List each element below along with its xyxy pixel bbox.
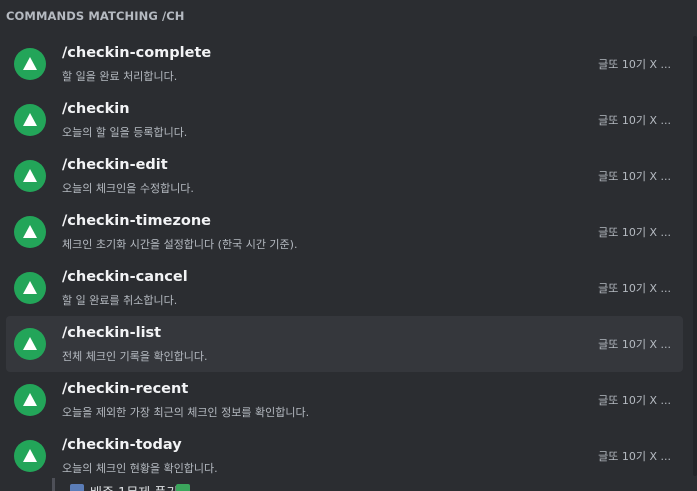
command-source: 글또 10기 X ... bbox=[598, 114, 671, 127]
command-name: /checkin-recent bbox=[62, 381, 189, 397]
underlying-chat-message: 배준 1문제 풀기 bbox=[52, 478, 252, 491]
scrollbar-track[interactable] bbox=[693, 36, 697, 476]
bot-avatar bbox=[14, 272, 46, 304]
command-autocomplete-panel: COMMANDS MATCHING /CH /checkin-complete … bbox=[0, 0, 697, 491]
command-row-checkin-list[interactable]: /checkin-list 전체 체크인 기록을 확인합니다. 글또 10기 X… bbox=[6, 316, 683, 372]
command-description: 오늘을 제외한 가장 최근의 체크인 정보를 확인합니다. bbox=[62, 406, 310, 419]
bot-avatar bbox=[14, 160, 46, 192]
green-triangle-icon bbox=[23, 281, 37, 294]
command-description: 체크인 초기화 시간을 설정합니다 (한국 시간 기준). bbox=[62, 238, 298, 251]
green-triangle-icon bbox=[23, 225, 37, 238]
command-name: /checkin-today bbox=[62, 437, 182, 453]
command-row-checkin-timezone[interactable]: /checkin-timezone 체크인 초기화 시간을 설정합니다 (한국 … bbox=[6, 204, 683, 260]
green-triangle-icon bbox=[23, 169, 37, 182]
check-mark-icon bbox=[176, 484, 190, 491]
bot-avatar bbox=[14, 328, 46, 360]
command-source: 글또 10기 X ... bbox=[598, 226, 671, 239]
command-source: 글또 10기 X ... bbox=[598, 394, 671, 407]
command-source: 글또 10기 X ... bbox=[598, 58, 671, 71]
command-name: /checkin-cancel bbox=[62, 269, 188, 285]
green-triangle-icon bbox=[23, 337, 37, 350]
command-description: 할 일을 완료 처리합니다. bbox=[62, 70, 178, 83]
command-list: /checkin-complete 할 일을 완료 처리합니다. 글또 10기 … bbox=[6, 36, 683, 484]
command-description: 전체 체크인 기록을 확인합니다. bbox=[62, 350, 208, 363]
command-source: 글또 10기 X ... bbox=[598, 338, 671, 351]
command-source: 글또 10기 X ... bbox=[598, 450, 671, 463]
command-description: 오늘의 체크인을 수정합니다. bbox=[62, 182, 194, 195]
bot-avatar bbox=[14, 440, 46, 472]
bot-avatar bbox=[14, 48, 46, 80]
command-name: /checkin-complete bbox=[62, 45, 212, 61]
bot-avatar bbox=[14, 384, 46, 416]
number-emoji-icon bbox=[70, 484, 84, 491]
green-triangle-icon bbox=[23, 449, 37, 462]
command-source: 글또 10기 X ... bbox=[598, 282, 671, 295]
command-description: 할 일 완료를 취소합니다. bbox=[62, 294, 178, 307]
bot-avatar bbox=[14, 216, 46, 248]
command-name: /checkin-timezone bbox=[62, 213, 212, 229]
quote-bar bbox=[52, 478, 55, 491]
command-row-checkin-complete[interactable]: /checkin-complete 할 일을 완료 처리합니다. 글또 10기 … bbox=[6, 36, 683, 92]
green-triangle-icon bbox=[23, 113, 37, 126]
command-row-checkin-recent[interactable]: /checkin-recent 오늘을 제외한 가장 최근의 체크인 정보를 확… bbox=[6, 372, 683, 428]
command-description: 오늘의 체크인 현황을 확인합니다. bbox=[62, 462, 218, 475]
autocomplete-header: COMMANDS MATCHING /CH bbox=[6, 9, 185, 23]
green-triangle-icon bbox=[23, 393, 37, 406]
command-source: 글또 10기 X ... bbox=[598, 170, 671, 183]
message-text: 배준 1문제 풀기 bbox=[90, 482, 178, 491]
bot-avatar bbox=[14, 104, 46, 136]
command-name: /checkin-list bbox=[62, 325, 162, 341]
command-row-checkin-edit[interactable]: /checkin-edit 오늘의 체크인을 수정합니다. 글또 10기 X .… bbox=[6, 148, 683, 204]
command-row-checkin-cancel[interactable]: /checkin-cancel 할 일 완료를 취소합니다. 글또 10기 X … bbox=[6, 260, 683, 316]
green-triangle-icon bbox=[23, 57, 37, 70]
command-row-checkin-today[interactable]: /checkin-today 오늘의 체크인 현황을 확인합니다. 글또 10기… bbox=[6, 428, 683, 484]
command-row-checkin[interactable]: /checkin 오늘의 할 일을 등록합니다. 글또 10기 X ... bbox=[6, 92, 683, 148]
command-name: /checkin bbox=[62, 101, 130, 117]
command-name: /checkin-edit bbox=[62, 157, 168, 173]
command-description: 오늘의 할 일을 등록합니다. bbox=[62, 126, 188, 139]
